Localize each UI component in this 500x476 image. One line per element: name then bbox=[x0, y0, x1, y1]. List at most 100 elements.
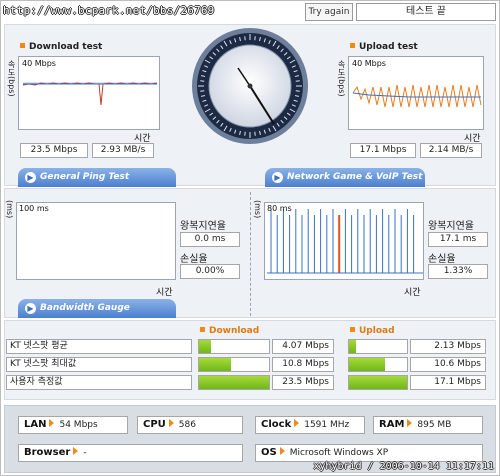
ram-label: RAM bbox=[379, 419, 405, 430]
arrow-icon bbox=[407, 419, 413, 427]
cpu-value: 586 bbox=[178, 420, 196, 430]
ping-right-rtt-label: 왕복지연율 bbox=[428, 221, 474, 232]
try-again-button[interactable]: Try again bbox=[305, 3, 353, 21]
ram-value: 895 MB bbox=[417, 420, 452, 430]
download-mbytes: 2.93 MB/s bbox=[92, 143, 154, 158]
download-trace bbox=[22, 82, 158, 106]
ping-left-graph bbox=[16, 202, 176, 280]
arrow-icon bbox=[49, 419, 55, 427]
cpu-label: CPU bbox=[143, 419, 166, 430]
download-title: Download test bbox=[20, 42, 102, 52]
test-status-field: 테스트 끝 bbox=[356, 3, 496, 21]
bandwidth-row-label: KT 넷스팟 평균 bbox=[6, 339, 192, 354]
bandwidth-download-fill bbox=[199, 340, 211, 353]
arrow-icon bbox=[294, 419, 300, 427]
bandwidth-download-head-text: Download bbox=[209, 326, 260, 336]
ping-left-loss-label: 손실율 bbox=[180, 254, 208, 265]
download-scale: 40 Mbps bbox=[22, 59, 56, 68]
bandwidth-upload-value: 10.6 Mbps bbox=[410, 357, 486, 372]
arrow-icon bbox=[168, 419, 174, 427]
tab-network-game-label: Network Game & VoIP Test bbox=[287, 172, 423, 182]
bandwidth-download-head: Download bbox=[200, 326, 259, 336]
upload-scale: 40 Mbps bbox=[352, 59, 386, 68]
bandwidth-upload-value: 2.13 Mbps bbox=[410, 339, 486, 354]
bandwidth-row-label: 사용자 측정값 bbox=[6, 375, 192, 390]
bandwidth-upload-head-text: Upload bbox=[359, 326, 395, 336]
ping-right-axis-label: (ms) bbox=[253, 200, 262, 219]
os-label: OS bbox=[261, 447, 277, 458]
arrow-icon: ▶ bbox=[25, 172, 36, 183]
ping-left-rtt-label: 왕복지연율 bbox=[180, 221, 226, 232]
ping-right-graph-svg bbox=[267, 209, 423, 274]
bandwidth-download-value: 10.8 Mbps bbox=[272, 357, 334, 372]
lan-value: 54 Mbps bbox=[59, 420, 98, 430]
upload-trace bbox=[352, 84, 482, 108]
cpu-info: CPU 586 bbox=[137, 416, 243, 434]
bullet-icon bbox=[200, 327, 205, 332]
ping-right-loss-label: 손실율 bbox=[428, 254, 456, 265]
bandwidth-download-bar bbox=[198, 357, 270, 372]
arrow-icon: ▶ bbox=[25, 303, 36, 314]
bullet-icon bbox=[350, 327, 355, 332]
clock-value: 1591 MHz bbox=[304, 420, 350, 430]
lan-info: LAN 54 Mbps bbox=[18, 416, 128, 434]
bandwidth-download-fill bbox=[199, 376, 269, 389]
upload-mbps: 17.1 Mbps bbox=[350, 143, 416, 158]
ping-left-loss-value: 0.00% bbox=[180, 264, 240, 279]
bandwidth-upload-bar bbox=[348, 339, 408, 354]
upload-title: Upload test bbox=[350, 42, 418, 52]
bandwidth-upload-bar bbox=[348, 375, 408, 390]
ping-left-time-label: 시간 bbox=[156, 288, 173, 298]
tab-bandwidth-gauge[interactable]: ▶ Bandwidth Gauge bbox=[18, 299, 176, 318]
browser-value: - bbox=[83, 448, 87, 458]
bandwidth-download-value: 23.5 Mbps bbox=[272, 375, 334, 390]
ram-info: RAM 895 MB bbox=[373, 416, 483, 434]
tab-general-ping[interactable]: ▶ General Ping Test bbox=[18, 168, 176, 187]
bandwidth-upload-fill bbox=[349, 376, 407, 389]
ping-left-scale: 100 ms bbox=[19, 204, 49, 213]
arrow-icon bbox=[279, 447, 285, 455]
clock-info: Clock 1591 MHz bbox=[255, 416, 365, 434]
bandwidth-upload-fill bbox=[349, 358, 385, 371]
ping-left-axis-label: (ms) bbox=[5, 200, 14, 219]
tab-network-game[interactable]: ▶ Network Game & VoIP Test bbox=[265, 168, 425, 187]
ping-right-rtt-value: 17.1 ms bbox=[428, 232, 488, 247]
ping-right-loss-value: 1.33% bbox=[428, 264, 488, 279]
upload-axis-label: 속도(bps) bbox=[337, 60, 346, 97]
browser-label: Browser bbox=[24, 447, 71, 458]
bandwidth-upload-bar bbox=[348, 357, 408, 372]
bandwidth-download-fill bbox=[199, 358, 232, 371]
upload-mbytes: 2.14 MB/s bbox=[420, 143, 482, 158]
bandwidth-upload-head: Upload bbox=[350, 326, 395, 336]
ping-right-time-label: 시간 bbox=[404, 288, 421, 298]
tab-general-ping-label: General Ping Test bbox=[40, 172, 130, 182]
clock-label: Clock bbox=[261, 419, 292, 430]
bullet-icon bbox=[350, 43, 355, 48]
upload-title-text: Upload test bbox=[359, 42, 418, 52]
download-axis-label: 속도(bps) bbox=[7, 60, 16, 97]
speed-gauge bbox=[190, 26, 310, 146]
bandwidth-upload-value: 17.1 Mbps bbox=[410, 375, 486, 390]
tab-bandwidth-label: Bandwidth Gauge bbox=[40, 303, 130, 313]
download-title-text: Download test bbox=[29, 42, 103, 52]
watermark: xyhybrid / 2006-10-14 11:17:11 bbox=[313, 461, 494, 472]
gauge-hub bbox=[247, 83, 253, 89]
ping-divider bbox=[250, 192, 251, 316]
bandwidth-download-bar bbox=[198, 375, 270, 390]
ping-right-scale: 80 ms bbox=[267, 204, 292, 213]
os-value: Microsoft Windows XP bbox=[289, 448, 389, 458]
browser-info: Browser - bbox=[18, 444, 243, 462]
lan-label: LAN bbox=[24, 419, 47, 430]
download-mbps: 23.5 Mbps bbox=[20, 143, 88, 158]
bandwidth-upload-fill bbox=[349, 340, 356, 353]
arrow-icon bbox=[73, 447, 79, 455]
ping-right-graph bbox=[264, 202, 424, 280]
speed-gauge-svg bbox=[192, 28, 308, 144]
bullet-icon bbox=[20, 43, 25, 48]
url-text: http://www.bcpark.net/bbs/26769 bbox=[3, 4, 215, 17]
os-info: OS Microsoft Windows XP bbox=[255, 444, 483, 462]
upload-avg-trace bbox=[352, 92, 481, 98]
ping-left-rtt-value: 0.0 ms bbox=[180, 232, 240, 247]
bandwidth-download-value: 4.07 Mbps bbox=[272, 339, 334, 354]
arrow-icon: ▶ bbox=[272, 172, 283, 183]
